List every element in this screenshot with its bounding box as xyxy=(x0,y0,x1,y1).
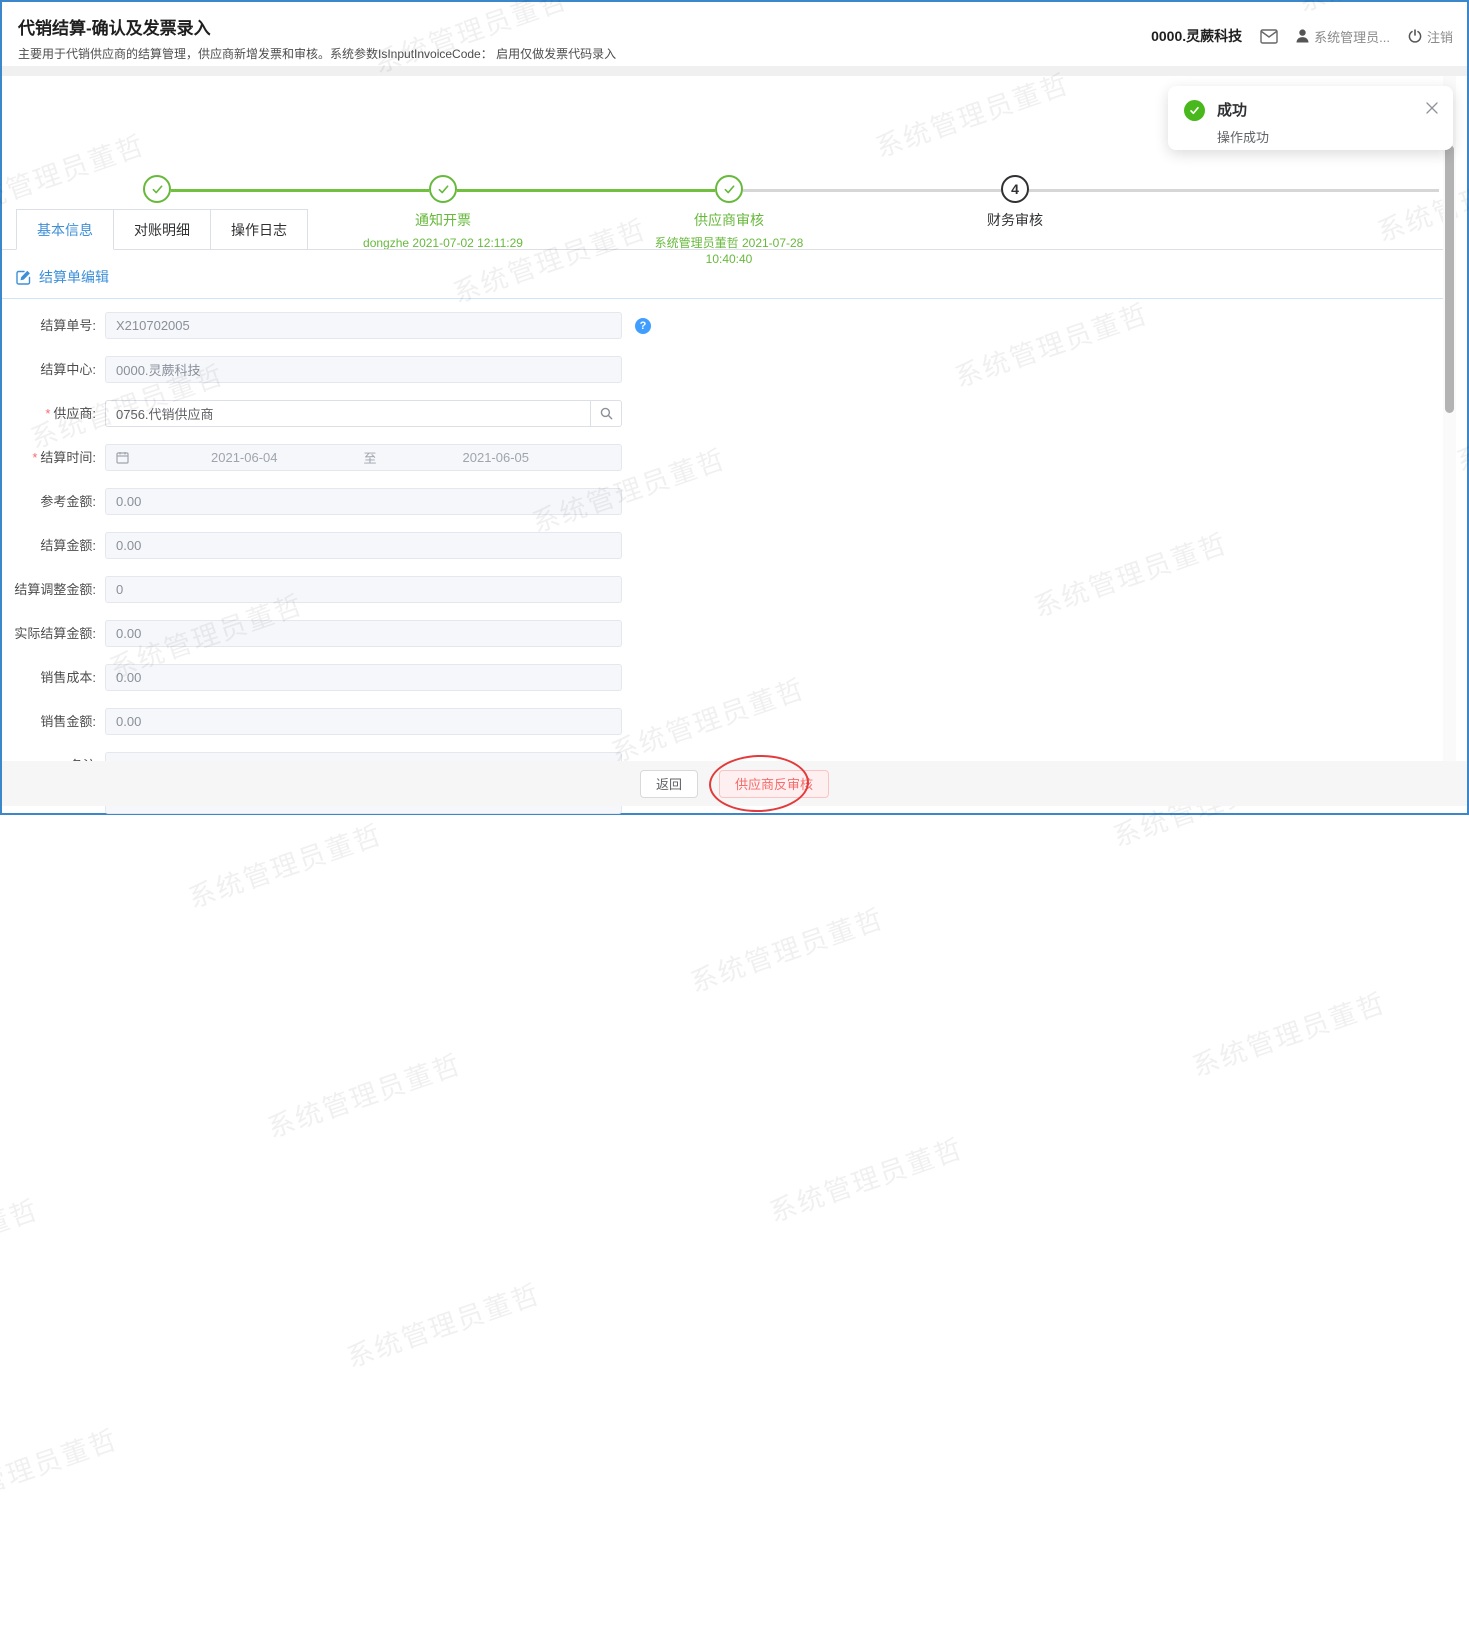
field-sales-amount: 销售金额: xyxy=(2,708,1467,735)
field-label: 参考金额: xyxy=(40,494,96,509)
field-label: 销售成本: xyxy=(40,670,96,685)
scrollbar-thumb[interactable] xyxy=(1445,145,1454,413)
field-supplier: * 供应商: xyxy=(2,400,1467,427)
section-divider xyxy=(2,298,1445,299)
field-label: 销售金额: xyxy=(40,714,96,729)
actual-settlement-amount-input xyxy=(116,626,611,641)
field-settlement-no: 结算单号: ? xyxy=(2,312,1467,339)
logout-button[interactable]: 注销 xyxy=(1408,27,1453,46)
settlement-center-input-box xyxy=(105,356,622,383)
sales-amount-input xyxy=(116,714,611,729)
help-icon[interactable]: ? xyxy=(635,317,651,334)
date-separator: 至 xyxy=(363,451,377,466)
section-title-bar: 结算单编辑 xyxy=(16,267,1467,287)
sales-amount-input-box xyxy=(105,708,622,735)
supplier-input-box xyxy=(105,400,622,427)
close-icon[interactable] xyxy=(1426,102,1438,114)
tab-reconciliation-detail[interactable]: 对账明细 xyxy=(113,209,211,250)
settlement-no-input xyxy=(116,318,611,333)
end-date: 2021-06-05 xyxy=(462,450,530,465)
power-icon xyxy=(1408,29,1422,43)
success-check-icon xyxy=(1184,100,1205,121)
field-settlement-center: 结算中心: xyxy=(2,356,1467,383)
settlement-amount-input-box xyxy=(105,532,622,559)
page-header: 代销结算-确认及发票录入 主要用于代销供应商的结算管理，供应商新增发票和审核。系… xyxy=(2,2,1467,66)
required-asterisk: * xyxy=(45,406,51,421)
field-label: 结算金额: xyxy=(40,538,96,553)
supplier-reverse-audit-button[interactable]: 供应商反审核 xyxy=(719,769,830,798)
field-label: 结算调整金额: xyxy=(14,582,96,597)
settlement-amount-input xyxy=(116,538,611,553)
settlement-no-input-box xyxy=(105,312,622,339)
tab-bar: 基本信息 对账明细 操作日志 xyxy=(2,209,1445,250)
mail-icon[interactable] xyxy=(1260,28,1278,44)
settlement-center-input xyxy=(116,362,611,377)
tab-basic-info[interactable]: 基本信息 xyxy=(16,209,114,250)
back-button[interactable]: 返回 xyxy=(639,769,698,798)
field-settlement-amount: 结算金额: xyxy=(2,532,1467,559)
supplier-input[interactable] xyxy=(106,406,590,421)
field-label: * 供应商: xyxy=(45,406,96,421)
user-name: 系统管理员... xyxy=(1314,29,1390,45)
company-name: 0000.灵蕨科技 xyxy=(1151,28,1243,44)
calendar-icon xyxy=(116,451,129,464)
field-reference-amount: 参考金额: xyxy=(2,488,1467,515)
adjust-amount-input-box xyxy=(105,576,622,603)
settlement-form: 结算单号: ? 结算中心: *供应商: *结算时间: 2021-06-04 至 … xyxy=(2,312,1467,814)
search-icon[interactable] xyxy=(590,401,621,426)
scrollbar-track xyxy=(1443,76,1456,765)
success-toast: 成功 操作成功 xyxy=(1168,86,1453,150)
field-label: 结算中心: xyxy=(40,362,96,377)
sales-cost-input xyxy=(116,670,611,685)
field-label: * 结算时间: xyxy=(32,450,96,465)
check-circle-icon xyxy=(429,175,457,203)
edit-icon xyxy=(16,269,32,285)
date-range-picker: 2021-06-04 至 2021-06-05 xyxy=(105,444,622,471)
field-label: 结算单号: xyxy=(40,318,96,333)
start-date: 2021-06-04 xyxy=(211,450,278,465)
field-sales-cost: 销售成本: xyxy=(2,664,1467,691)
footer-action-bar: 返回 供应商反审核 xyxy=(2,752,1467,814)
field-actual-settlement-amount: 实际结算金额: xyxy=(2,620,1467,647)
page-subtitle: 主要用于代销供应商的结算管理，供应商新增发票和审核。系统参数IsInputInv… xyxy=(18,47,617,61)
user-menu[interactable]: 系统管理员... xyxy=(1296,27,1390,46)
step-number-circle: 4 xyxy=(1001,175,1029,203)
tab-operation-log[interactable]: 操作日志 xyxy=(210,209,308,250)
field-label: 实际结算金额: xyxy=(14,626,96,641)
actual-settlement-amount-input-box xyxy=(105,620,622,647)
reference-amount-input-box xyxy=(105,488,622,515)
header-divider xyxy=(2,66,1467,76)
adjust-amount-input xyxy=(116,582,611,597)
check-circle-icon xyxy=(143,175,171,203)
logout-label: 注销 xyxy=(1426,29,1453,45)
check-circle-icon xyxy=(715,175,743,203)
field-settlement-period: * 结算时间: 2021-06-04 至 2021-06-05 xyxy=(2,444,1467,471)
user-icon xyxy=(1296,29,1309,43)
sales-cost-input-box xyxy=(105,664,622,691)
header-actions: 0000.灵蕨科技 系统管理员... 注销 xyxy=(1151,26,1453,46)
required-asterisk: * xyxy=(32,450,38,465)
field-adjust-amount: 结算调整金额: xyxy=(2,576,1467,603)
toast-title: 成功 xyxy=(1217,102,1248,119)
section-title: 结算单编辑 xyxy=(39,269,109,285)
reference-amount-input xyxy=(116,494,611,509)
toast-message: 操作成功 xyxy=(1217,130,1270,145)
